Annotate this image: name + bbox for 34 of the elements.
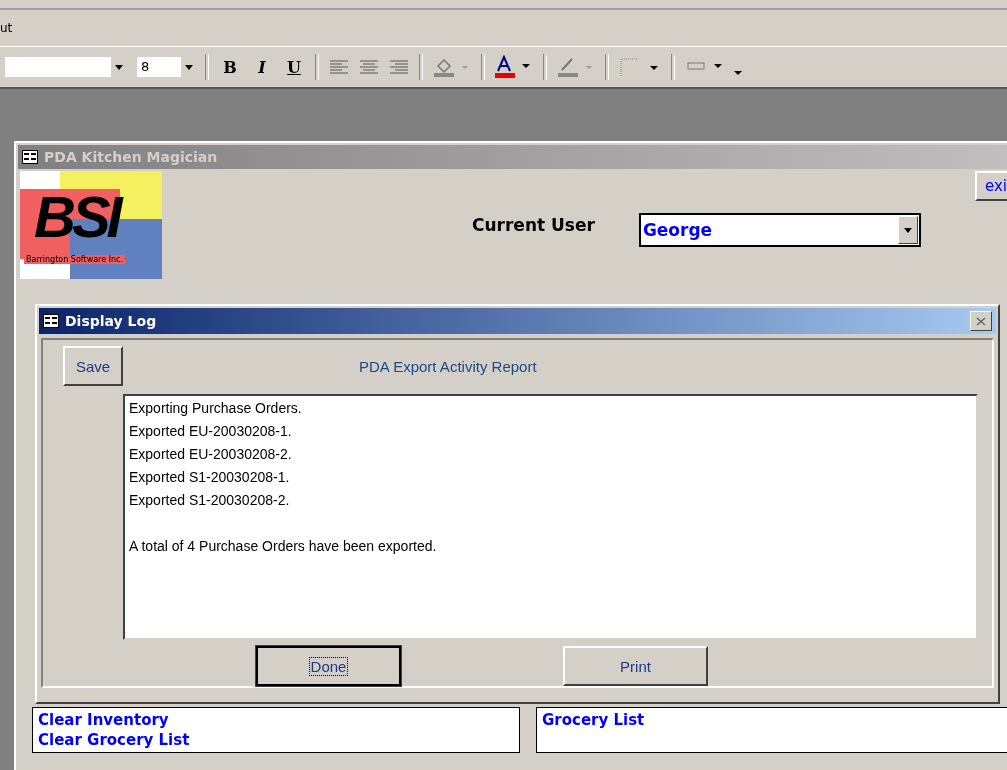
company-logo: BSI Barrington Software Inc. xyxy=(20,171,162,279)
format-button[interactable]: I xyxy=(248,57,276,77)
form-icon xyxy=(22,150,38,164)
font-size-dropdown[interactable]: 8 xyxy=(136,56,198,78)
current-user-dropdown[interactable]: George xyxy=(638,213,921,247)
format-button[interactable]: B xyxy=(216,57,244,77)
done-button[interactable]: Done xyxy=(256,646,401,686)
log-line: Exported S1-20030208-1. xyxy=(129,468,291,487)
list-item[interactable]: Clear Grocery List xyxy=(38,730,514,750)
current-user-label: Current User xyxy=(472,215,595,235)
log-line: Exported EU-20030208-1. xyxy=(129,422,293,441)
align-right-icon[interactable] xyxy=(388,59,410,75)
align-center-icon[interactable] xyxy=(358,59,380,75)
format-button[interactable]: U xyxy=(280,57,308,77)
window-title: PDA Kitchen Magician xyxy=(44,149,218,165)
list-item[interactable]: Clear Inventory xyxy=(38,710,514,730)
menu-item[interactable]: ut xyxy=(0,21,17,35)
save-button[interactable]: Save xyxy=(63,346,123,386)
log-line: Exported EU-20030208-2. xyxy=(129,445,293,464)
dropdown-arrow-icon[interactable] xyxy=(903,227,912,233)
close-icon[interactable] xyxy=(976,316,986,326)
dropdown-arrow-icon[interactable] xyxy=(115,64,123,70)
print-button[interactable]: Print xyxy=(563,646,708,686)
log-line: Exported S1-20030208-2. xyxy=(129,491,291,510)
log-line: Exporting Purchase Orders. xyxy=(129,399,303,418)
list-item[interactable]: Grocery List xyxy=(542,710,1007,730)
dialog-title: Display Log xyxy=(65,313,157,329)
dropdown-arrow-icon[interactable] xyxy=(185,64,193,70)
report-title: PDA Export Activity Report xyxy=(359,357,537,375)
align-left-icon[interactable] xyxy=(328,59,350,75)
close-button[interactable] xyxy=(970,311,992,331)
form-icon xyxy=(43,314,59,328)
log-line: A total of 4 Purchase Orders have been exported. xyxy=(129,537,438,556)
exit-button[interactable]: exi xyxy=(975,171,1007,201)
